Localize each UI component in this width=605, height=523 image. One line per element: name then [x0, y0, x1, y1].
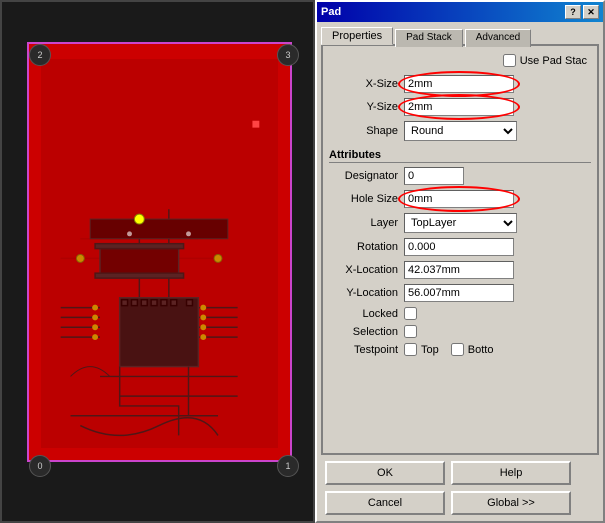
hole-size-row: Hole Size: [329, 190, 591, 208]
pad-dialog: Pad ? ✕ Properties Pad Stack Advanced Us…: [315, 0, 605, 523]
testpoint-top-checkbox[interactable]: [404, 343, 417, 356]
tab-advanced[interactable]: Advanced: [465, 29, 531, 47]
tab-properties[interactable]: Properties: [321, 27, 393, 45]
rotation-row: Rotation: [329, 238, 591, 256]
dialog-buttons: OK Help Cancel Global >>: [317, 455, 603, 521]
corner-marker-bl: 0: [29, 455, 51, 477]
layer-row: Layer TopLayer BottomLayer MultiLayer: [329, 213, 591, 233]
testpoint-label: Testpoint: [329, 344, 404, 356]
locked-row: Locked: [329, 307, 591, 320]
cancel-button[interactable]: Cancel: [325, 491, 445, 515]
testpoint-bottom-label: Botto: [468, 344, 494, 356]
testpoint-bottom-checkbox[interactable]: [451, 343, 464, 356]
locked-checkbox[interactable]: [404, 307, 417, 320]
testpoint-top-label: Top: [421, 344, 439, 356]
testpoint-row: Testpoint Top Botto: [329, 343, 591, 356]
layer-label: Layer: [329, 217, 404, 229]
tab-padstack[interactable]: Pad Stack: [395, 29, 463, 47]
x-size-label: X-Size: [329, 78, 404, 90]
x-location-row: X-Location: [329, 261, 591, 279]
pcb-board: [27, 42, 292, 462]
designator-input[interactable]: [404, 167, 464, 185]
use-pad-stac-label: Use Pad Stac: [520, 55, 587, 67]
pcb-traces-svg: [41, 59, 278, 448]
y-size-input[interactable]: [404, 98, 514, 116]
help-button[interactable]: ?: [565, 5, 581, 19]
x-size-input[interactable]: [404, 75, 514, 93]
pcb-board-inner: [41, 59, 278, 448]
dialog-title: Pad: [321, 6, 341, 18]
designator-row: Designator: [329, 167, 591, 185]
shape-label: Shape: [329, 125, 404, 137]
use-pad-stac-row: Use Pad Stac: [329, 54, 591, 67]
titlebar-buttons: ? ✕: [565, 5, 599, 19]
ok-button[interactable]: OK: [325, 461, 445, 485]
shape-select[interactable]: Round Square Oval Rectangular: [404, 121, 517, 141]
selection-label: Selection: [329, 326, 404, 338]
rotation-label: Rotation: [329, 241, 404, 253]
help-dialog-button[interactable]: Help: [451, 461, 571, 485]
y-size-label: Y-Size: [329, 101, 404, 113]
x-location-label: X-Location: [329, 264, 404, 276]
shape-row: Shape Round Square Oval Rectangular: [329, 121, 591, 141]
x-size-row: X-Size: [329, 75, 591, 93]
y-location-row: Y-Location: [329, 284, 591, 302]
attributes-header: Attributes: [329, 149, 591, 163]
tab-content-properties: Use Pad Stac X-Size Y-Size Shape Round S…: [321, 44, 599, 455]
pcb-canvas: 2 3 0 1: [0, 0, 315, 523]
selection-checkbox[interactable]: [404, 325, 417, 338]
hole-size-input-wrapper: [404, 190, 514, 208]
hole-size-input[interactable]: [404, 190, 514, 208]
use-pad-stac-checkbox[interactable]: [503, 54, 516, 67]
testpoint-options: Top Botto: [404, 343, 493, 356]
y-size-input-wrapper: [404, 98, 514, 116]
designator-label: Designator: [329, 170, 404, 182]
selection-row: Selection: [329, 325, 591, 338]
dialog-titlebar: Pad ? ✕: [317, 2, 603, 22]
hole-size-label: Hole Size: [329, 193, 404, 205]
corner-marker-tl: 2: [29, 44, 51, 66]
y-size-row: Y-Size: [329, 98, 591, 116]
y-location-label: Y-Location: [329, 287, 404, 299]
global-button[interactable]: Global >>: [451, 491, 571, 515]
x-size-input-wrapper: [404, 75, 514, 93]
close-button[interactable]: ✕: [583, 5, 599, 19]
locked-label: Locked: [329, 308, 404, 320]
y-location-input[interactable]: [404, 284, 514, 302]
x-location-input[interactable]: [404, 261, 514, 279]
corner-marker-tr: 3: [277, 44, 299, 66]
rotation-input[interactable]: [404, 238, 514, 256]
tabs-container: Properties Pad Stack Advanced: [317, 22, 603, 44]
corner-marker-br: 1: [277, 455, 299, 477]
layer-select[interactable]: TopLayer BottomLayer MultiLayer: [404, 213, 517, 233]
